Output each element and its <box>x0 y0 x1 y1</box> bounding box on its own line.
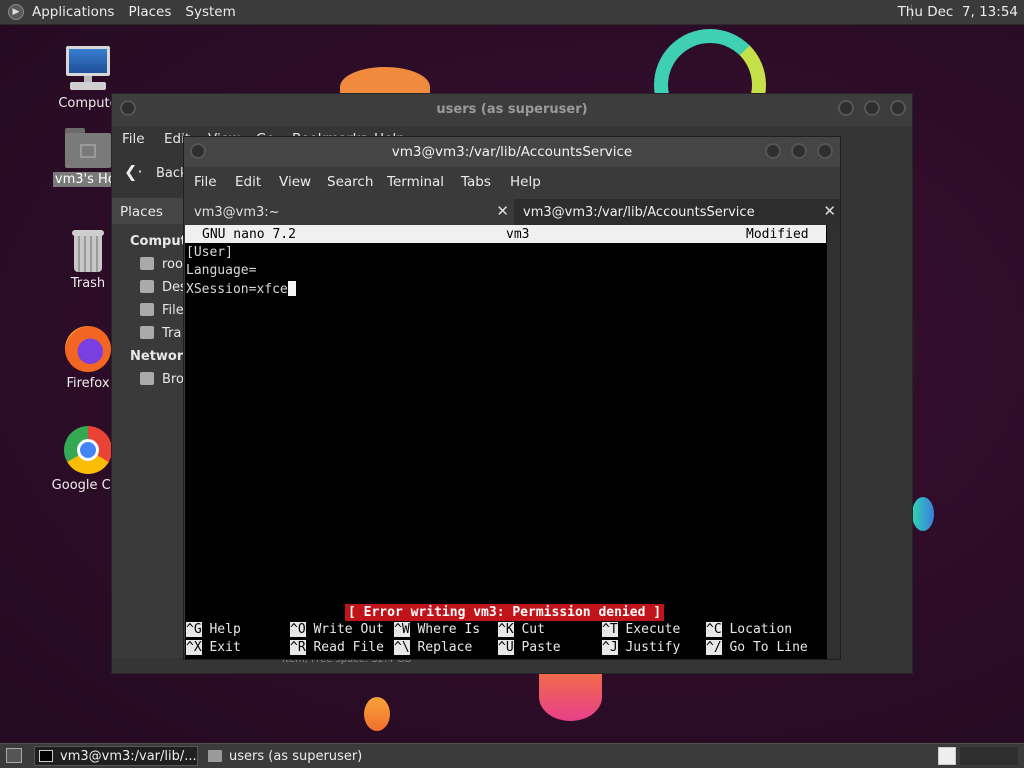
bottom-panel: vm3@vm3:/var/lib/... users (as superuser… <box>0 743 1024 768</box>
terminal-tab-bar: vm3@vm3:~ ✕ vm3@vm3:/var/lib/AccountsSer… <box>184 197 840 225</box>
home-folder-icon <box>65 128 111 168</box>
menu-file[interactable]: File <box>122 131 145 147</box>
sidebar-header-label: Places <box>120 204 163 220</box>
applications-menu[interactable]: Applications <box>32 4 114 20</box>
clock[interactable]: Thu Dec 7, 13:54 <box>898 4 1018 20</box>
minimize-button[interactable] <box>838 100 854 116</box>
nano-version: GNU nano 7.2 <box>202 227 296 242</box>
computer-icon <box>64 46 112 92</box>
file-manager-title: users (as superuser) <box>436 102 588 117</box>
show-desktop-icon[interactable] <box>6 748 22 763</box>
trash-icon <box>140 326 154 339</box>
shortcut-go-to-line: ^/ Go To Line <box>706 640 808 655</box>
menu-tabs[interactable]: Tabs <box>461 174 491 190</box>
shortcut-write-out: ^O Write Out <box>290 622 384 637</box>
minimize-button[interactable] <box>765 143 781 159</box>
tab-label: vm3@vm3:~ <box>194 205 280 220</box>
shortcut-paste: ^U Paste <box>498 640 561 655</box>
close-icon[interactable]: ✕ <box>823 202 836 220</box>
drive-icon <box>140 257 154 270</box>
desktop-folder-icon <box>140 280 154 293</box>
tab-label: vm3@vm3:/var/lib/AccountsService <box>523 205 755 220</box>
maximize-button[interactable] <box>791 143 807 159</box>
shortcut-justify: ^J Justify <box>602 640 681 655</box>
nano-line: [User] <box>186 245 233 260</box>
nano-filename: vm3 <box>506 227 530 242</box>
shortcut-exit: ^X Exit <box>186 640 241 655</box>
workspace-switcher-empty[interactable] <box>960 747 1018 765</box>
nano-error-message: [ Error writing vm3: Permission denied ] <box>345 604 665 621</box>
menu-view[interactable]: View <box>279 174 311 190</box>
text-cursor <box>287 281 296 296</box>
desktop-icon-label: Trash <box>70 276 106 291</box>
terminal-icon <box>39 750 53 762</box>
chrome-icon <box>64 426 112 474</box>
workspace-switcher[interactable] <box>938 747 956 765</box>
applications-menu-icon[interactable]: ▶ <box>8 4 24 20</box>
system-menu[interactable]: System <box>185 4 235 20</box>
terminal-titlebar[interactable]: vm3@vm3:/var/lib/AccountsService <box>184 137 840 167</box>
folder-icon <box>208 750 222 762</box>
filesystem-icon <box>140 303 154 316</box>
terminal-window[interactable]: vm3@vm3:/var/lib/AccountsService File Ed… <box>183 136 841 660</box>
shortcut-execute: ^T Execute <box>602 622 681 637</box>
top-panel: ▶ Applications Places System Thu Dec 7, … <box>0 0 1024 25</box>
nano-modified-state: Modified <box>746 227 809 242</box>
sidebar-item-trash[interactable]: Tra <box>140 326 181 341</box>
nano-header: GNU nano 7.2 vm3 Modified <box>185 225 826 243</box>
menu-edit[interactable]: Edit <box>235 174 261 190</box>
close-icon[interactable]: ✕ <box>496 202 509 220</box>
nano-line: XSession=xfce <box>186 281 296 297</box>
decorative-blob-orange-bottom <box>364 697 390 731</box>
places-menu[interactable]: Places <box>128 4 171 20</box>
decorative-blob-teal <box>912 497 934 531</box>
file-manager-titlebar[interactable]: users (as superuser) <box>112 94 912 126</box>
shortcut-replace: ^\ Replace <box>394 640 473 655</box>
taskbar-item-file-manager[interactable]: users (as superuser) <box>204 746 364 766</box>
trash-icon <box>70 230 106 272</box>
nano-line-text: XSession=xfce <box>186 282 288 297</box>
close-button[interactable] <box>890 100 906 116</box>
menu-search[interactable]: Search <box>327 174 373 190</box>
terminal-screen[interactable]: GNU nano 7.2 vm3 Modified [User] Languag… <box>185 225 827 659</box>
tab-accountsservice[interactable]: vm3@vm3:/var/lib/AccountsService ✕ <box>514 199 840 225</box>
taskbar-item-label: users (as superuser) <box>229 748 363 764</box>
menu-help[interactable]: Help <box>510 174 541 190</box>
tab-home[interactable]: vm3@vm3:~ ✕ <box>185 199 513 225</box>
terminal-scrollbar[interactable] <box>827 225 840 659</box>
menu-file[interactable]: File <box>194 174 217 190</box>
firefox-icon <box>65 326 111 372</box>
taskbar-item-terminal[interactable]: vm3@vm3:/var/lib/... <box>34 746 198 766</box>
shortcut-location: ^C Location <box>706 622 793 637</box>
sidebar-item-root[interactable]: roo <box>140 257 183 272</box>
network-icon <box>140 372 154 385</box>
decorative-blob-pink <box>539 673 602 721</box>
close-button[interactable] <box>817 143 833 159</box>
sidebar-item-browse-network[interactable]: Bro <box>140 372 184 387</box>
sidebar-item-desktop[interactable]: Des <box>140 280 187 295</box>
maximize-button[interactable] <box>864 100 880 116</box>
nano-line: Language= <box>186 263 257 278</box>
sidebar-item-filesystem[interactable]: File <box>140 303 184 318</box>
shortcut-cut: ^K Cut <box>498 622 545 637</box>
shortcut-where-is: ^W Where Is <box>394 622 481 637</box>
terminal-menubar: File Edit View Search Terminal Tabs Help <box>184 167 840 197</box>
menu-terminal[interactable]: Terminal <box>387 174 444 190</box>
terminal-title: vm3@vm3:/var/lib/AccountsService <box>391 144 633 160</box>
shortcut-help: ^G Help <box>186 622 241 637</box>
shortcut-read-file: ^R Read File <box>290 640 384 655</box>
back-arrow-icon[interactable]: ❮· <box>124 162 143 181</box>
desktop-icon-label: Firefox <box>66 376 110 391</box>
taskbar-item-label: vm3@vm3:/var/lib/... <box>60 748 197 764</box>
